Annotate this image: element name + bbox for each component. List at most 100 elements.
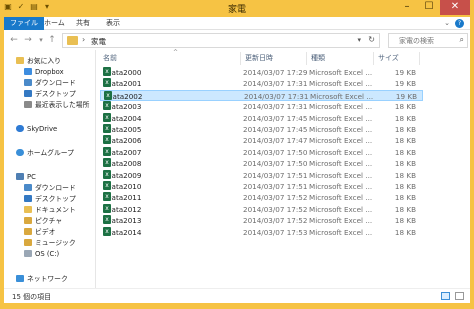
file-size: 18 KB xyxy=(394,125,416,134)
file-name-text: Data2006 xyxy=(106,136,142,146)
details-view-icon[interactable] xyxy=(441,292,450,300)
file-row[interactable]: x Data2010 2014/03/07 17:51 Microsoft Excel… xyxy=(100,181,423,192)
status-bar: 15 個の項目 xyxy=(4,288,470,303)
column-divider[interactable] xyxy=(306,52,307,65)
nav-item-desktop[interactable]: デスクトップ xyxy=(24,89,76,100)
refresh-icon[interactable]: ↻ xyxy=(368,35,375,44)
file-name-text: Data2000 xyxy=(106,68,142,77)
file-name: x Data2014 xyxy=(103,226,141,238)
file-name-text: Data2011 xyxy=(106,193,142,203)
file-row[interactable]: x Data2002 2014/03/07 17:31 Microsoft Excel… xyxy=(100,89,423,102)
file-row[interactable]: x Data2003 2014/03/07 17:31 Microsoft Excel… xyxy=(100,101,423,112)
breadcrumb[interactable]: 家電 xyxy=(91,36,106,47)
file-type: Microsoft Excel ... xyxy=(309,68,373,77)
homegroup-icon xyxy=(16,149,24,156)
excel-file-icon: x xyxy=(103,169,111,179)
column-divider[interactable] xyxy=(373,52,374,65)
file-type: Microsoft Excel ... xyxy=(309,159,373,169)
file-row[interactable]: x Data2000 2014/03/07 17:29 Microsoft Excel… xyxy=(100,67,423,78)
file-name: x Data2008 xyxy=(103,158,141,169)
file-row[interactable]: x Data2004 2014/03/07 17:45 Microsoft Excel… xyxy=(100,112,423,124)
file-size: 18 KB xyxy=(394,147,416,157)
computer-icon xyxy=(16,173,24,180)
search-box[interactable]: 家電の検索 ⌕ xyxy=(388,33,468,48)
nav-pc-videos[interactable]: ビデオ xyxy=(24,227,55,238)
file-row[interactable]: x Data2009 2014/03/07 17:51 Microsoft Excel… xyxy=(100,169,423,181)
minimize-button[interactable]: – xyxy=(396,0,418,15)
excel-file-icon: x xyxy=(103,215,111,225)
excel-file-icon: x xyxy=(103,146,111,156)
back-arrow-icon[interactable]: ← xyxy=(8,34,20,46)
item-count: 15 個の項目 xyxy=(12,293,52,301)
file-name: x Data2011 xyxy=(103,192,141,203)
column-header-size[interactable]: サイズ xyxy=(378,53,399,64)
nav-pc-downloads[interactable]: ダウンロード xyxy=(24,183,76,194)
recent-places-icon xyxy=(24,101,32,108)
column-header-name[interactable]: 名前 xyxy=(103,53,117,64)
address-bar[interactable]: › 家電 ▾ ↻ xyxy=(62,33,380,48)
file-type: Microsoft Excel ... xyxy=(309,216,373,226)
search-icon[interactable]: ⌕ xyxy=(460,35,464,45)
column-divider[interactable] xyxy=(419,52,420,65)
download-icon xyxy=(24,184,32,191)
nav-item-downloads[interactable]: ダウンロード xyxy=(24,78,76,89)
up-arrow-icon[interactable]: ↑ xyxy=(46,34,58,46)
nav-item-dropbox[interactable]: Dropbox xyxy=(24,67,64,78)
maximize-button[interactable]: ☐ xyxy=(418,0,440,15)
nav-pc-music[interactable]: ミュージック xyxy=(24,238,76,249)
excel-file-icon: x xyxy=(103,181,111,190)
nav-pc-pictures[interactable]: ピクチャ xyxy=(24,216,62,227)
file-row[interactable]: x Data2012 2014/03/07 17:52 Microsoft Excel… xyxy=(100,203,423,215)
forward-arrow-icon[interactable]: → xyxy=(22,34,34,46)
column-header-date[interactable]: 更新日時 xyxy=(245,53,273,64)
file-type: Microsoft Excel ... xyxy=(309,182,373,191)
breadcrumb-separator-icon[interactable]: › xyxy=(82,35,85,44)
file-row[interactable]: x Data2014 2014/03/07 17:53 Microsoft Excel… xyxy=(100,226,423,238)
ribbon-expand-icon[interactable]: ⌄ xyxy=(444,19,450,27)
file-name: x Data2003 xyxy=(103,101,141,112)
file-row[interactable]: x Data2008 2014/03/07 17:50 Microsoft Excel… xyxy=(100,158,423,169)
file-date: 2014/03/07 17:31 xyxy=(243,102,308,112)
file-row[interactable]: x Data2001 2014/03/07 17:31 Microsoft Excel… xyxy=(100,78,423,89)
nav-pc-desktop[interactable]: デスクトップ xyxy=(24,194,76,205)
file-size: 19 KB xyxy=(394,79,416,89)
file-name-text: Data2002 xyxy=(107,91,143,101)
tab-view[interactable]: 表示 xyxy=(100,17,126,30)
column-header-type[interactable]: 種類 xyxy=(311,53,325,64)
nav-favorites[interactable]: お気に入り xyxy=(16,56,61,67)
file-date: 2014/03/07 17:52 xyxy=(243,216,308,226)
music-icon xyxy=(24,239,32,246)
file-name-text: Data2009 xyxy=(106,170,142,180)
file-row[interactable]: x Data2006 2014/03/07 17:47 Microsoft Excel… xyxy=(100,135,423,146)
nav-network[interactable]: ネットワーク xyxy=(16,274,68,285)
file-name-text: Data2010 xyxy=(106,182,142,191)
nav-pc-documents[interactable]: ドキュメント xyxy=(24,205,76,216)
dropbox-icon xyxy=(24,68,32,75)
column-divider[interactable] xyxy=(240,52,241,65)
nav-item-recent[interactable]: 最近表示した場所 xyxy=(24,100,89,111)
help-button[interactable]: ? xyxy=(455,19,464,28)
file-row[interactable]: x Data2011 2014/03/07 17:52 Microsoft Excel… xyxy=(100,192,423,203)
nav-pc-os-drive[interactable]: OS (C:) xyxy=(24,249,59,260)
nav-pc[interactable]: PC xyxy=(16,172,36,183)
file-name: x Data2012 xyxy=(103,203,141,215)
file-row[interactable]: x Data2005 2014/03/07 17:45 Microsoft Excel… xyxy=(100,124,423,135)
file-row[interactable]: x Data2007 2014/03/07 17:50 Microsoft Excel… xyxy=(100,146,423,158)
file-date: 2014/03/07 17:51 xyxy=(243,170,308,180)
file-size: 18 KB xyxy=(394,182,416,191)
nav-skydrive[interactable]: SkyDrive xyxy=(16,124,57,135)
nav-homegroup[interactable]: ホームグループ xyxy=(16,148,74,159)
excel-file-icon: x xyxy=(103,158,111,168)
star-icon xyxy=(16,57,24,64)
file-date: 2014/03/07 17:50 xyxy=(243,147,308,157)
file-size: 18 KB xyxy=(394,227,416,237)
large-icons-view-icon[interactable] xyxy=(455,292,464,300)
title-bar: ▣ ✓ ▤ ▾ 家電 – ☐ ✕ xyxy=(0,0,474,17)
search-input[interactable]: 家電の検索 xyxy=(399,36,434,46)
address-history-icon[interactable]: ▾ xyxy=(357,36,361,44)
file-row[interactable]: x Data2013 2014/03/07 17:52 Microsoft Excel… xyxy=(100,215,423,226)
tab-home[interactable]: ホーム xyxy=(38,17,71,30)
desktop-icon xyxy=(24,90,32,97)
close-button[interactable]: ✕ xyxy=(440,0,470,15)
tab-share[interactable]: 共有 xyxy=(70,17,96,30)
